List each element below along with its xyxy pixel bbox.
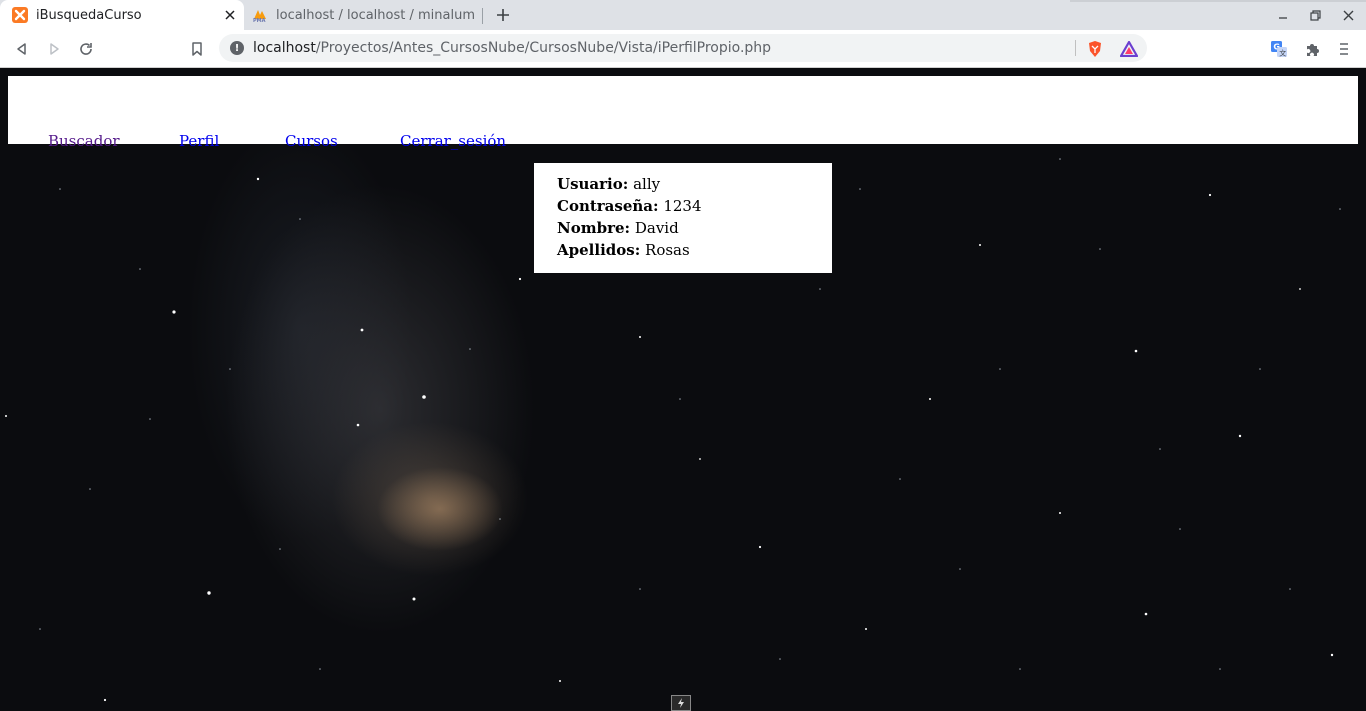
brave-shield-icon[interactable] bbox=[1084, 38, 1106, 60]
extensions-icon[interactable] bbox=[1301, 38, 1323, 60]
profile-value: Rosas bbox=[645, 241, 690, 259]
svg-text:文: 文 bbox=[1279, 49, 1286, 58]
tab-separator bbox=[482, 8, 483, 24]
profile-card: Usuario: ally Contraseña: 1234 Nombre: D… bbox=[534, 163, 832, 273]
profile-label: Contraseña: bbox=[557, 197, 659, 215]
brave-rewards-icon[interactable] bbox=[1118, 38, 1140, 60]
nav-link-cursos[interactable]: Cursos bbox=[285, 132, 338, 150]
menu-icon[interactable] bbox=[1333, 38, 1355, 60]
new-tab-icon[interactable] bbox=[493, 5, 513, 25]
address-bar[interactable]: ! localhost/Proyectos/Antes_CursosNube/C… bbox=[219, 34, 1147, 62]
profile-row-apellidos: Apellidos: Rosas bbox=[557, 239, 832, 261]
browser-toolbar: ! localhost/Proyectos/Antes_CursosNube/C… bbox=[0, 30, 1366, 68]
bookmark-icon[interactable] bbox=[186, 38, 208, 60]
restore-icon[interactable] bbox=[1306, 6, 1324, 24]
xampp-icon bbox=[12, 7, 28, 23]
tab-title: localhost / localhost / minalum bbox=[276, 7, 475, 23]
profile-label: Apellidos: bbox=[557, 241, 641, 259]
nav-link-perfil[interactable]: Perfil bbox=[179, 132, 219, 150]
profile-label: Usuario: bbox=[557, 175, 629, 193]
profile-row-usuario: Usuario: ally bbox=[557, 173, 832, 195]
close-window-icon[interactable] bbox=[1339, 6, 1357, 24]
site-navbar: Buscador Perfil Cursos Cerrar_sesión bbox=[8, 76, 1358, 150]
tab-ibusquedacurso[interactable]: iBusquedaCurso bbox=[0, 0, 244, 30]
reload-icon[interactable] bbox=[75, 38, 97, 60]
tab-title: iBusquedaCurso bbox=[36, 7, 142, 23]
svg-text:PMA: PMA bbox=[253, 18, 266, 23]
url-text: localhost/Proyectos/Antes_CursosNube/Cur… bbox=[253, 40, 772, 56]
profile-row-contrasena: Contraseña: 1234 bbox=[557, 195, 832, 217]
tab-strip: iBusquedaCurso PMA localhost / localhost… bbox=[0, 0, 1366, 30]
page-viewport: Buscador Perfil Cursos Cerrar_sesión Usu… bbox=[0, 69, 1366, 711]
close-tab-icon[interactable] bbox=[222, 7, 238, 23]
site-info-icon[interactable]: ! bbox=[230, 41, 244, 55]
lightning-widget-icon[interactable] bbox=[671, 695, 691, 711]
window-edge bbox=[1070, 0, 1366, 2]
phpmyadmin-icon: PMA bbox=[252, 7, 268, 23]
profile-value: 1234 bbox=[663, 197, 702, 215]
nav-link-cerrar-sesion[interactable]: Cerrar_sesión bbox=[400, 132, 506, 150]
translate-icon[interactable]: G文 bbox=[1268, 38, 1290, 60]
profile-value: ally bbox=[633, 175, 661, 193]
nav-link-buscador[interactable]: Buscador bbox=[48, 132, 120, 150]
profile-label: Nombre: bbox=[557, 219, 631, 237]
back-icon[interactable] bbox=[11, 38, 33, 60]
profile-row-nombre: Nombre: David bbox=[557, 217, 832, 239]
forward-icon[interactable] bbox=[43, 38, 65, 60]
profile-value: David bbox=[634, 219, 679, 237]
address-separator bbox=[1075, 40, 1076, 56]
tab-phpmyadmin[interactable]: PMA localhost / localhost / minalum bbox=[244, 0, 482, 30]
minimize-icon[interactable] bbox=[1274, 6, 1292, 24]
